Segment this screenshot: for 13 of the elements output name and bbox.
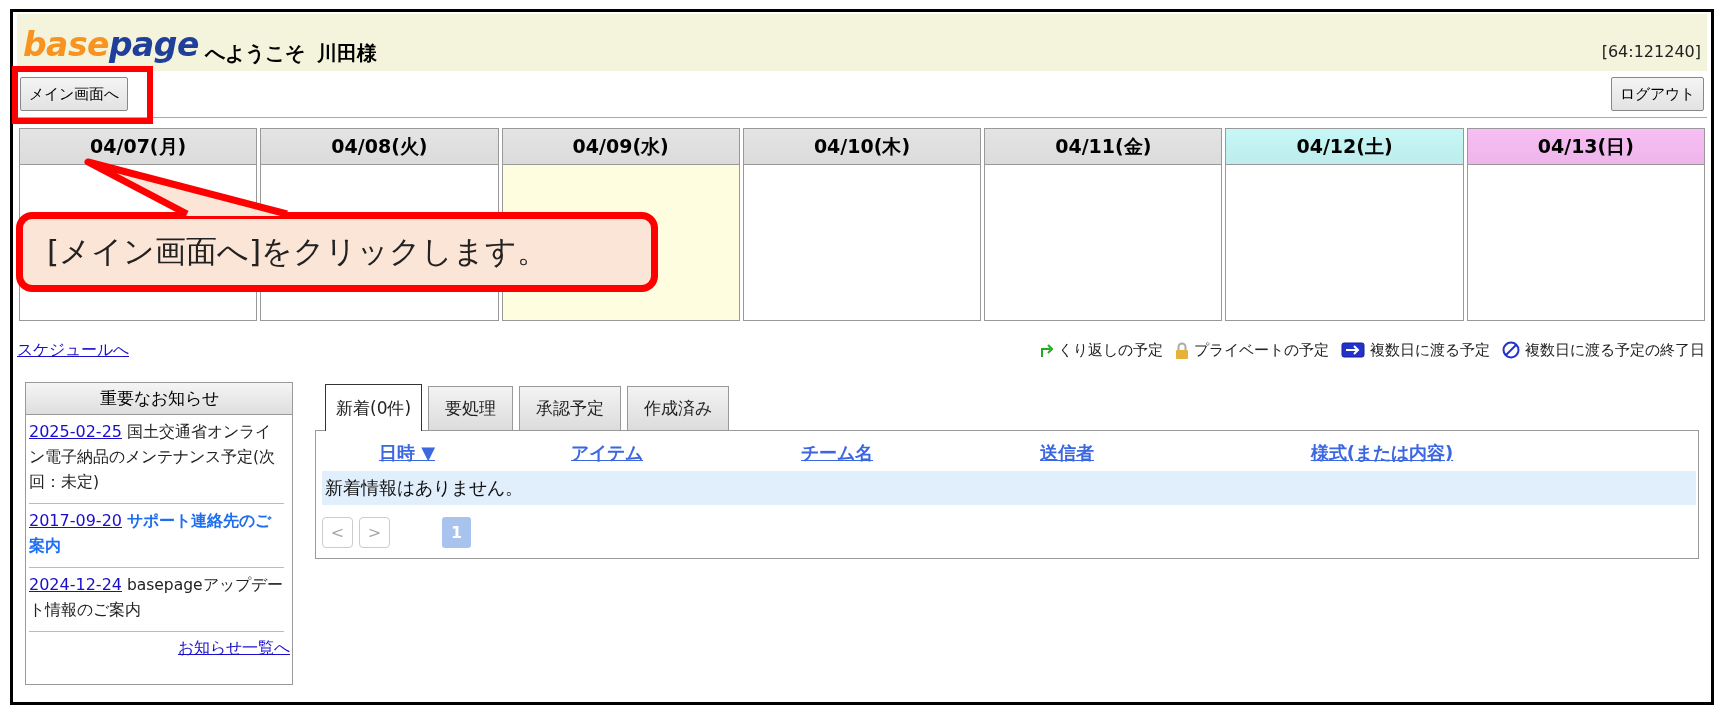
legend-label: プライベートの予定 [1194,340,1329,360]
notice-text: 2024-12-24 basepageアップデート情報のご案内 [29,574,284,621]
notice-title: 重要なお知らせ [26,383,292,415]
empty-message: 新着情報はありません。 [322,471,1696,505]
welcome-text: へようこそ [204,40,305,67]
legend-label: 複数日に渡る予定の終了日 [1525,340,1705,360]
legend-label: 複数日に渡る予定 [1370,340,1490,360]
notice-text: 2017-09-20 サポート連絡先のご案内 [29,510,273,557]
notice-text: 2025-02-25 国土交通省オンライン電子納品のメンテナンス予定(次回：未定) [29,421,277,493]
legend-label: くり返しの予定 [1058,340,1163,360]
logo: basepage [23,28,199,61]
user-name: 川田様 [316,40,377,67]
session-id: [64:121240] [1601,42,1701,61]
